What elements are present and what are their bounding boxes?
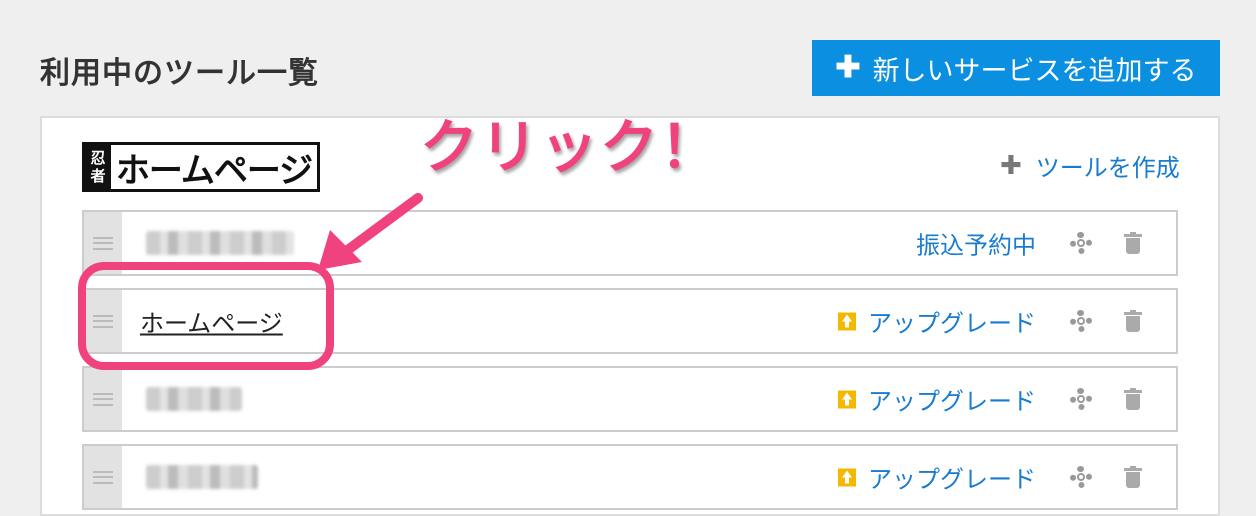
click-callout: クリック！ [420,113,721,181]
annotation-arrow [318,193,423,270]
arrow-icon [318,193,423,270]
